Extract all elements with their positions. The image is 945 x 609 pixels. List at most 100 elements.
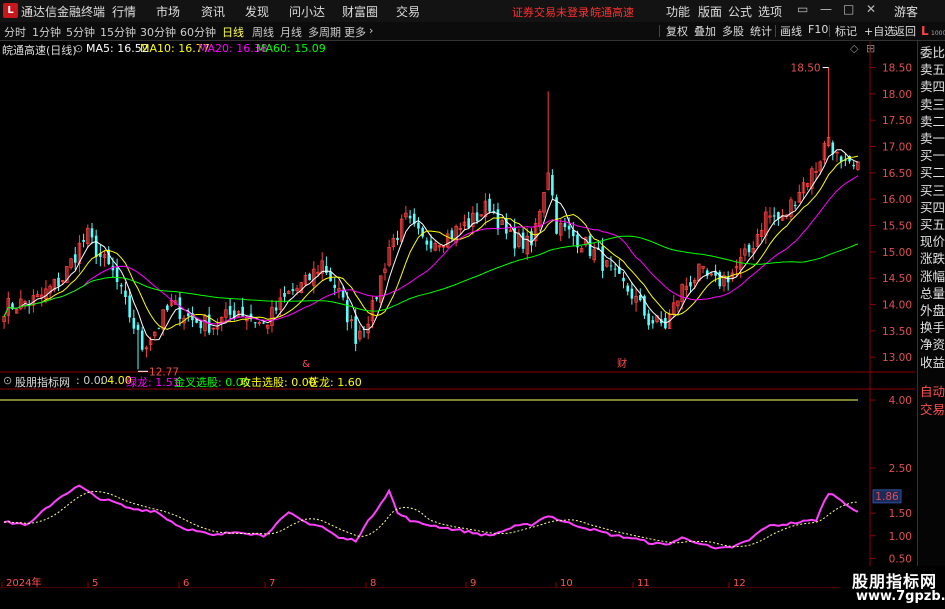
candle-body [136,324,140,330]
close-icon[interactable]: ✕ [866,2,876,16]
candle-body [325,265,328,274]
watermark-url: www.7gpzb.com [856,589,945,604]
menu-market[interactable]: 市场 [156,3,180,20]
time-tick-label: 10 [560,578,573,588]
menu-discover[interactable]: 发现 [245,3,269,20]
period-toolbar: 分时 1分钟 5分钟 15分钟 30分钟 60分钟 日线 周线 月线 多周期 更… [0,22,945,41]
menu-formula[interactable]: 公式 [728,3,752,20]
candle-body [124,290,127,298]
side-panel-item[interactable]: 卖三 [920,97,945,113]
quote-side-panel: 委比 卖五 卖四卖三 卖二 卖一 买一 买二买三 买四 买五 现价 涨跌涨幅 总量 外盘 换手 净资收益自动… [917,41,945,588]
candle-body [852,164,856,167]
candle-body [496,209,500,230]
period-tab-1min[interactable]: 1分钟 [32,24,61,40]
price-tick-label: 13.50 [882,326,912,338]
candle-body [613,268,617,270]
candle-body [94,235,98,258]
side-panel-item[interactable]: 卖二 [920,114,945,130]
period-tab-15min[interactable]: 15分钟 [100,24,136,40]
period-tab-weekly[interactable]: 周线 [252,24,274,40]
login-status[interactable]: 证券交易未登录 [512,4,589,20]
side-panel-item[interactable]: 涨幅 [920,269,945,285]
time-tick-label: 9 [470,578,476,588]
menu-quotes[interactable]: 行情 [112,3,136,20]
side-panel-item[interactable]: 买五 [920,217,945,233]
back-button[interactable]: 返回 [892,23,918,39]
candle-body [262,322,265,324]
time-tick-label: 12 [733,578,746,588]
side-panel-item[interactable]: 委比 [920,45,945,61]
menu-wealth-circle[interactable]: 财富圈 [342,3,378,20]
side-panel-item[interactable]: 买四 [920,200,945,216]
period-tab-multi[interactable]: 多周期 [308,24,341,40]
menu-trade[interactable]: 交易 [396,3,420,20]
side-panel-item[interactable]: 现价 [920,234,945,250]
side-panel-item[interactable]: 涨跌 [920,251,945,267]
period-tab-timeshare[interactable]: 分时 [4,24,26,40]
candle-body [82,240,85,242]
time-tick-label: 11 [637,578,650,588]
candle-body [132,318,136,329]
multi-stock-button[interactable]: 多股 [720,23,746,39]
candle-body [291,289,295,292]
side-panel-item[interactable]: 自动 [920,384,945,400]
indicator-tick-label: 1.50 [889,508,912,520]
minimize-icon[interactable]: ▭ [797,2,808,16]
draw-line-button[interactable]: 画线 [778,23,804,39]
candle-body [228,306,232,315]
toolbar-separator [659,25,660,37]
side-panel-item[interactable]: 外盘 [920,303,945,319]
candle-body [90,228,94,238]
menu-ask[interactable]: 问小达 [289,3,325,20]
time-tick-label: 7 [269,578,275,588]
period-tab-30min[interactable]: 30分钟 [140,24,176,40]
candle-body [333,284,337,289]
period-tab-monthly[interactable]: 月线 [280,24,302,40]
side-panel-item[interactable]: 卖五 [920,62,945,78]
menu-layout[interactable]: 版面 [698,3,722,20]
chevron-right-icon[interactable]: › [369,24,373,37]
guest-label[interactable]: 游客 [894,3,918,20]
period-tab-daily[interactable]: 日线 [222,24,244,40]
period-tab-5min[interactable]: 5分钟 [66,24,95,40]
kline-chart[interactable]: 18.50 18.00 17.50 17.00 16.50 16.00 15.50 15.00… [0,41,915,588]
adjust-button[interactable]: 复权 [664,23,690,39]
candle-body [408,215,412,219]
maximize-icon[interactable]: □ [843,2,854,16]
side-panel-item[interactable]: 卖一 [920,131,945,147]
statistics-button[interactable]: 统计 [748,23,774,39]
menu-options[interactable]: 选项 [758,3,782,20]
side-panel-item[interactable]: 总量 [920,286,945,302]
candle-body [567,225,571,230]
indicator-settings-icon[interactable]: ⊙ [3,374,12,387]
candle-body [157,327,161,329]
period-tab-more[interactable]: 更多 [344,24,366,40]
candle-body [308,273,311,281]
side-panel-item[interactable]: 净资 [920,337,945,353]
side-panel-item[interactable]: 交易 [920,402,945,418]
side-panel-item[interactable]: 买一 [920,148,945,164]
time-tick-label: 8 [370,578,376,588]
side-panel-item[interactable]: 买二 [920,165,945,181]
side-panel-item[interactable]: 买三 [920,183,945,199]
overlay-button[interactable]: 叠加 [692,23,718,39]
candle-body [396,237,399,241]
side-panel-item[interactable]: 收益 [920,355,945,371]
side-panel-item[interactable]: 卖四 [920,79,945,95]
candle-body [73,254,77,263]
f10-button[interactable]: F10 [806,23,830,36]
minimize-icon-2[interactable]: — [820,2,832,16]
mark-button[interactable]: 标记 [833,23,859,39]
level-badge: L 1000 [917,23,945,40]
candle-body [563,223,567,228]
menu-function[interactable]: 功能 [666,3,690,20]
price-tick-label: 17.50 [882,115,912,127]
price-tick-label: 15.00 [882,247,912,259]
side-panel-item[interactable]: 换手 [920,320,945,336]
indicator-value-canglong: 苍龙: 1.60 [308,376,362,389]
menu-news[interactable]: 资讯 [201,3,225,20]
candle-body [793,204,797,206]
price-tick-label: 14.00 [882,300,912,312]
candle-body [253,322,257,324]
period-tab-60min[interactable]: 60分钟 [180,24,216,40]
